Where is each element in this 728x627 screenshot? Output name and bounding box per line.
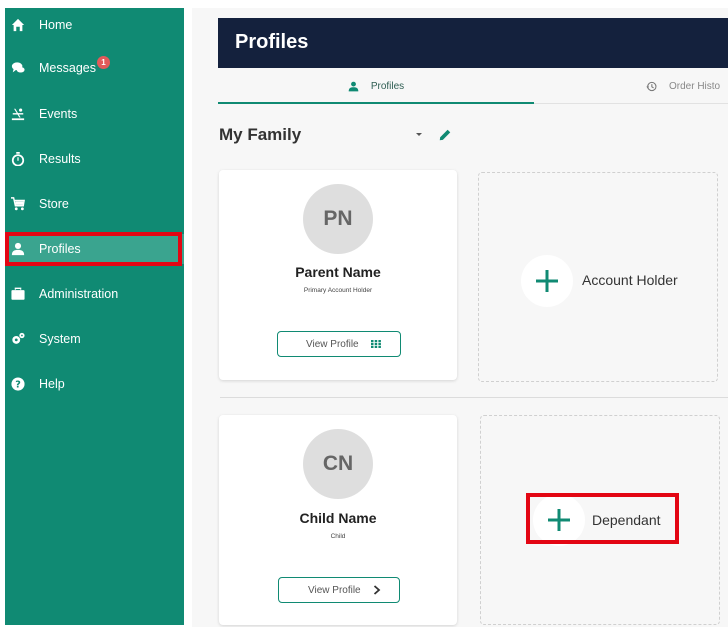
active-tab-indicator (218, 102, 534, 104)
sidebar-item-label: Home (39, 18, 73, 32)
avatar: PN (303, 184, 373, 254)
sidebar-item-profiles[interactable]: Profiles (5, 234, 184, 264)
sidebar-item-administration[interactable]: Administration (5, 279, 184, 309)
sidebar-item-label: Profiles (39, 242, 81, 256)
unread-badge: 1 (96, 55, 110, 69)
sidebar-item-events[interactable]: Events (5, 99, 184, 129)
main-content: Profiles Profiles Order Histo My Family … (192, 8, 728, 627)
sidebar-item-store[interactable]: Store (5, 189, 184, 219)
sidebar-item-results[interactable]: Results (5, 144, 184, 174)
chevron-down-icon[interactable] (416, 133, 422, 136)
profile-name: Parent Name (295, 264, 381, 280)
tab-label: Order Histo (669, 80, 721, 92)
avatar: CN (303, 429, 373, 499)
sidebar-item-messages[interactable]: Messages 1 (5, 53, 184, 83)
chevron-right-icon (373, 585, 380, 595)
user-icon (348, 81, 359, 91)
svg-text:?: ? (15, 380, 21, 391)
section-divider (220, 397, 728, 398)
tab-bar: Profiles Order Histo (218, 70, 728, 104)
profile-role: Child (330, 533, 346, 540)
grid-icon (370, 340, 381, 348)
profile-role: Primary Account Holder (303, 287, 373, 294)
sidebar-item-label: Help (39, 377, 65, 391)
tab-label: Profiles (370, 80, 405, 92)
home-icon (11, 18, 25, 32)
view-profile-label: View Profile (308, 584, 361, 596)
sidebar-item-label: Administration (39, 287, 119, 301)
stopwatch-icon (11, 152, 25, 166)
sidebar: Home Messages 1 Events Results Store Pro… (5, 8, 184, 625)
events-icon (11, 107, 25, 121)
sidebar-item-label: Messages (39, 61, 96, 75)
plus-icon (521, 255, 573, 307)
view-profile-button[interactable]: View Profile (278, 577, 400, 603)
chat-icon (11, 61, 25, 75)
question-icon: ? (11, 377, 25, 391)
sidebar-item-label: Results (39, 152, 81, 166)
sidebar-item-label: Events (39, 107, 78, 121)
plus-icon (533, 494, 585, 546)
profile-card-child: CN Child Name Child View Profile (219, 415, 457, 625)
briefcase-icon (11, 287, 25, 301)
pencil-icon[interactable] (438, 128, 452, 142)
add-dependant-label: Dependant (592, 512, 661, 528)
sidebar-item-home[interactable]: Home (5, 10, 184, 40)
tab-order-history[interactable]: Order Histo (646, 70, 728, 102)
sidebar-item-label: Store (39, 197, 69, 211)
cart-icon (11, 197, 25, 211)
sidebar-item-help[interactable]: ? Help (5, 369, 184, 399)
profile-name: Child Name (299, 510, 377, 526)
user-icon (11, 242, 25, 256)
sidebar-item-label: System (39, 332, 81, 346)
view-profile-button[interactable]: View Profile (277, 331, 401, 357)
gears-icon (11, 332, 25, 346)
add-account-holder-card[interactable]: Account Holder (478, 172, 718, 382)
view-profile-label: View Profile (306, 338, 359, 350)
profile-card-parent: PN Parent Name Primary Account Holder Vi… (219, 170, 457, 380)
add-account-holder-label: Account Holder (582, 272, 678, 288)
add-dependant-card[interactable]: Dependant (480, 415, 720, 625)
family-title: My Family (219, 125, 302, 144)
sidebar-item-system[interactable]: System (5, 324, 184, 354)
page-title: Profiles (218, 18, 728, 68)
tab-profiles[interactable]: Profiles (218, 70, 534, 102)
history-icon (646, 81, 657, 91)
